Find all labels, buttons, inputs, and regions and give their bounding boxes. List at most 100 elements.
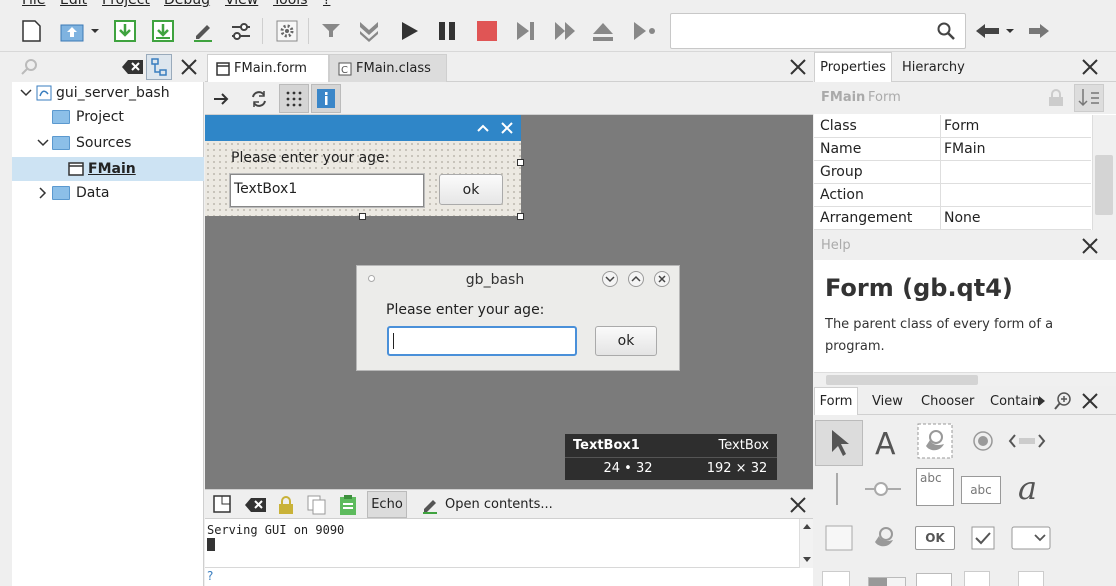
tree-view-toggle-icon[interactable] <box>146 54 172 80</box>
chevron-up-icon[interactable] <box>476 122 490 134</box>
open-project-icon[interactable] <box>58 16 100 46</box>
button-tool-icon[interactable]: OK <box>914 520 956 556</box>
refresh-icon[interactable] <box>249 89 269 109</box>
stop-icon[interactable] <box>472 16 502 46</box>
checkbox-tool-icon[interactable] <box>962 520 1004 556</box>
tab-container[interactable]: Contain <box>990 387 1040 415</box>
label-tool-icon[interactable]: A <box>866 425 908 461</box>
properties-sliders-icon[interactable] <box>226 16 256 46</box>
tab-hierarchy[interactable]: Hierarchy <box>902 52 978 82</box>
minimize-icon[interactable] <box>602 271 618 287</box>
return-icon[interactable] <box>588 16 618 46</box>
close-console-icon[interactable] <box>789 496 807 514</box>
close-panel-icon[interactable] <box>180 58 198 76</box>
pause-icon[interactable] <box>432 16 462 46</box>
close-panel-icon[interactable] <box>1081 58 1099 76</box>
run-icon[interactable] <box>394 16 424 46</box>
save-icon[interactable] <box>110 16 140 46</box>
chevron-right-icon[interactable] <box>37 187 49 199</box>
resize-handle[interactable] <box>517 213 524 220</box>
design-textbox[interactable]: TextBox1 <box>229 173 425 208</box>
arrow-right-icon[interactable] <box>213 90 231 108</box>
movie-tool-icon[interactable] <box>914 423 956 459</box>
close-icon[interactable] <box>654 271 670 287</box>
spinbox-tool-icon[interactable] <box>916 573 952 586</box>
tree-root[interactable]: gui_server_bash <box>12 81 204 105</box>
tab-properties[interactable]: Properties <box>814 52 892 82</box>
sort-icon[interactable] <box>1074 84 1104 112</box>
clear-console-icon[interactable] <box>245 497 267 513</box>
tab-fmain-class[interactable]: C FMain.class <box>329 54 447 82</box>
copy-icon[interactable] <box>307 495 327 515</box>
radio-tool-icon[interactable] <box>962 423 1004 459</box>
close-tab-icon[interactable] <box>789 58 807 76</box>
chevron-right-icon[interactable] <box>1038 395 1046 407</box>
clear-filter-icon[interactable] <box>122 59 144 75</box>
tab-chooser[interactable]: Chooser <box>921 387 974 415</box>
tree-item-sources[interactable]: Sources <box>12 131 204 155</box>
new-window-icon[interactable] <box>213 495 231 513</box>
search-icon[interactable] <box>937 22 955 40</box>
close-icon[interactable] <box>500 121 514 135</box>
new-file-icon[interactable] <box>16 16 46 46</box>
font-tool-icon[interactable]: a <box>1010 469 1052 505</box>
echo-toggle[interactable]: Echo <box>367 491 407 518</box>
menu-help[interactable]: ? <box>323 0 330 8</box>
tab-view[interactable]: View <box>872 387 903 415</box>
progress-tool-icon[interactable] <box>868 577 906 586</box>
property-row[interactable]: Action <box>814 184 1091 207</box>
menu-edit[interactable]: Edit <box>60 0 87 8</box>
picture-tool-icon[interactable] <box>864 520 906 556</box>
spin-tool-icon[interactable] <box>1006 423 1048 459</box>
close-toolbox-icon[interactable] <box>1081 392 1099 410</box>
design-form[interactable]: Please enter your age: TextBox1 ok <box>205 115 524 220</box>
filter-search-icon[interactable] <box>20 57 40 77</box>
combobox-tool-icon[interactable] <box>1010 520 1052 556</box>
pointer-tool-icon[interactable] <box>815 420 863 466</box>
grid-toggle-icon[interactable] <box>279 84 309 113</box>
tool-partial[interactable] <box>1018 571 1044 586</box>
console-prompt[interactable]: ? <box>205 568 813 586</box>
lock-icon[interactable] <box>1048 89 1064 107</box>
ok-button[interactable]: ok <box>595 326 657 356</box>
run-to-cursor-icon[interactable] <box>628 16 658 46</box>
textarea-tool-icon[interactable]: abc <box>914 468 956 506</box>
search-input[interactable] <box>670 13 966 49</box>
close-help-icon[interactable] <box>1081 237 1099 255</box>
property-row[interactable]: Arrangement None <box>814 207 1091 230</box>
tab-form[interactable]: Form <box>814 387 858 415</box>
property-row[interactable]: Class Form <box>814 115 1091 138</box>
lock-icon[interactable] <box>277 495 295 515</box>
resize-handle[interactable] <box>517 159 524 166</box>
help-scrollbar[interactable] <box>814 372 1116 386</box>
slider-tool-icon[interactable] <box>862 471 904 507</box>
tab-fmain-form[interactable]: FMain.form <box>207 54 329 82</box>
menu-view[interactable]: View <box>225 0 258 8</box>
open-contents-button[interactable]: Open contents... <box>421 491 553 518</box>
tree-item-project[interactable]: Project <box>12 105 204 129</box>
compile-all-icon[interactable] <box>354 16 384 46</box>
edit-pen-icon[interactable] <box>188 16 218 46</box>
info-toggle-icon[interactable] <box>311 84 341 113</box>
forward-arrow-icon[interactable] <box>1024 16 1054 46</box>
textbox-tool-icon[interactable]: abc <box>960 472 1002 508</box>
panel-tool-icon[interactable] <box>818 520 860 556</box>
property-row[interactable]: Name FMain <box>814 138 1091 161</box>
forward-icon[interactable] <box>550 16 580 46</box>
step-icon[interactable] <box>510 16 540 46</box>
menu-project[interactable]: Project <box>102 0 150 8</box>
console-scrollbar[interactable] <box>799 519 813 568</box>
compile-icon[interactable] <box>316 16 346 46</box>
console-output[interactable]: Serving GUI on 9090 <box>205 519 813 568</box>
back-arrow-icon[interactable] <box>974 16 1014 46</box>
resize-handle[interactable] <box>359 213 366 220</box>
menu-file[interactable]: File <box>22 0 45 8</box>
chevron-down-icon[interactable] <box>20 87 32 99</box>
settings-gear-icon[interactable] <box>272 16 302 46</box>
maximize-icon[interactable] <box>628 271 644 287</box>
tool-partial[interactable] <box>964 571 990 586</box>
zoom-icon[interactable] <box>1053 391 1073 411</box>
design-ok-button[interactable]: ok <box>439 174 503 205</box>
chevron-down-icon[interactable] <box>37 137 49 149</box>
menu-debug[interactable]: Debug <box>164 0 210 8</box>
